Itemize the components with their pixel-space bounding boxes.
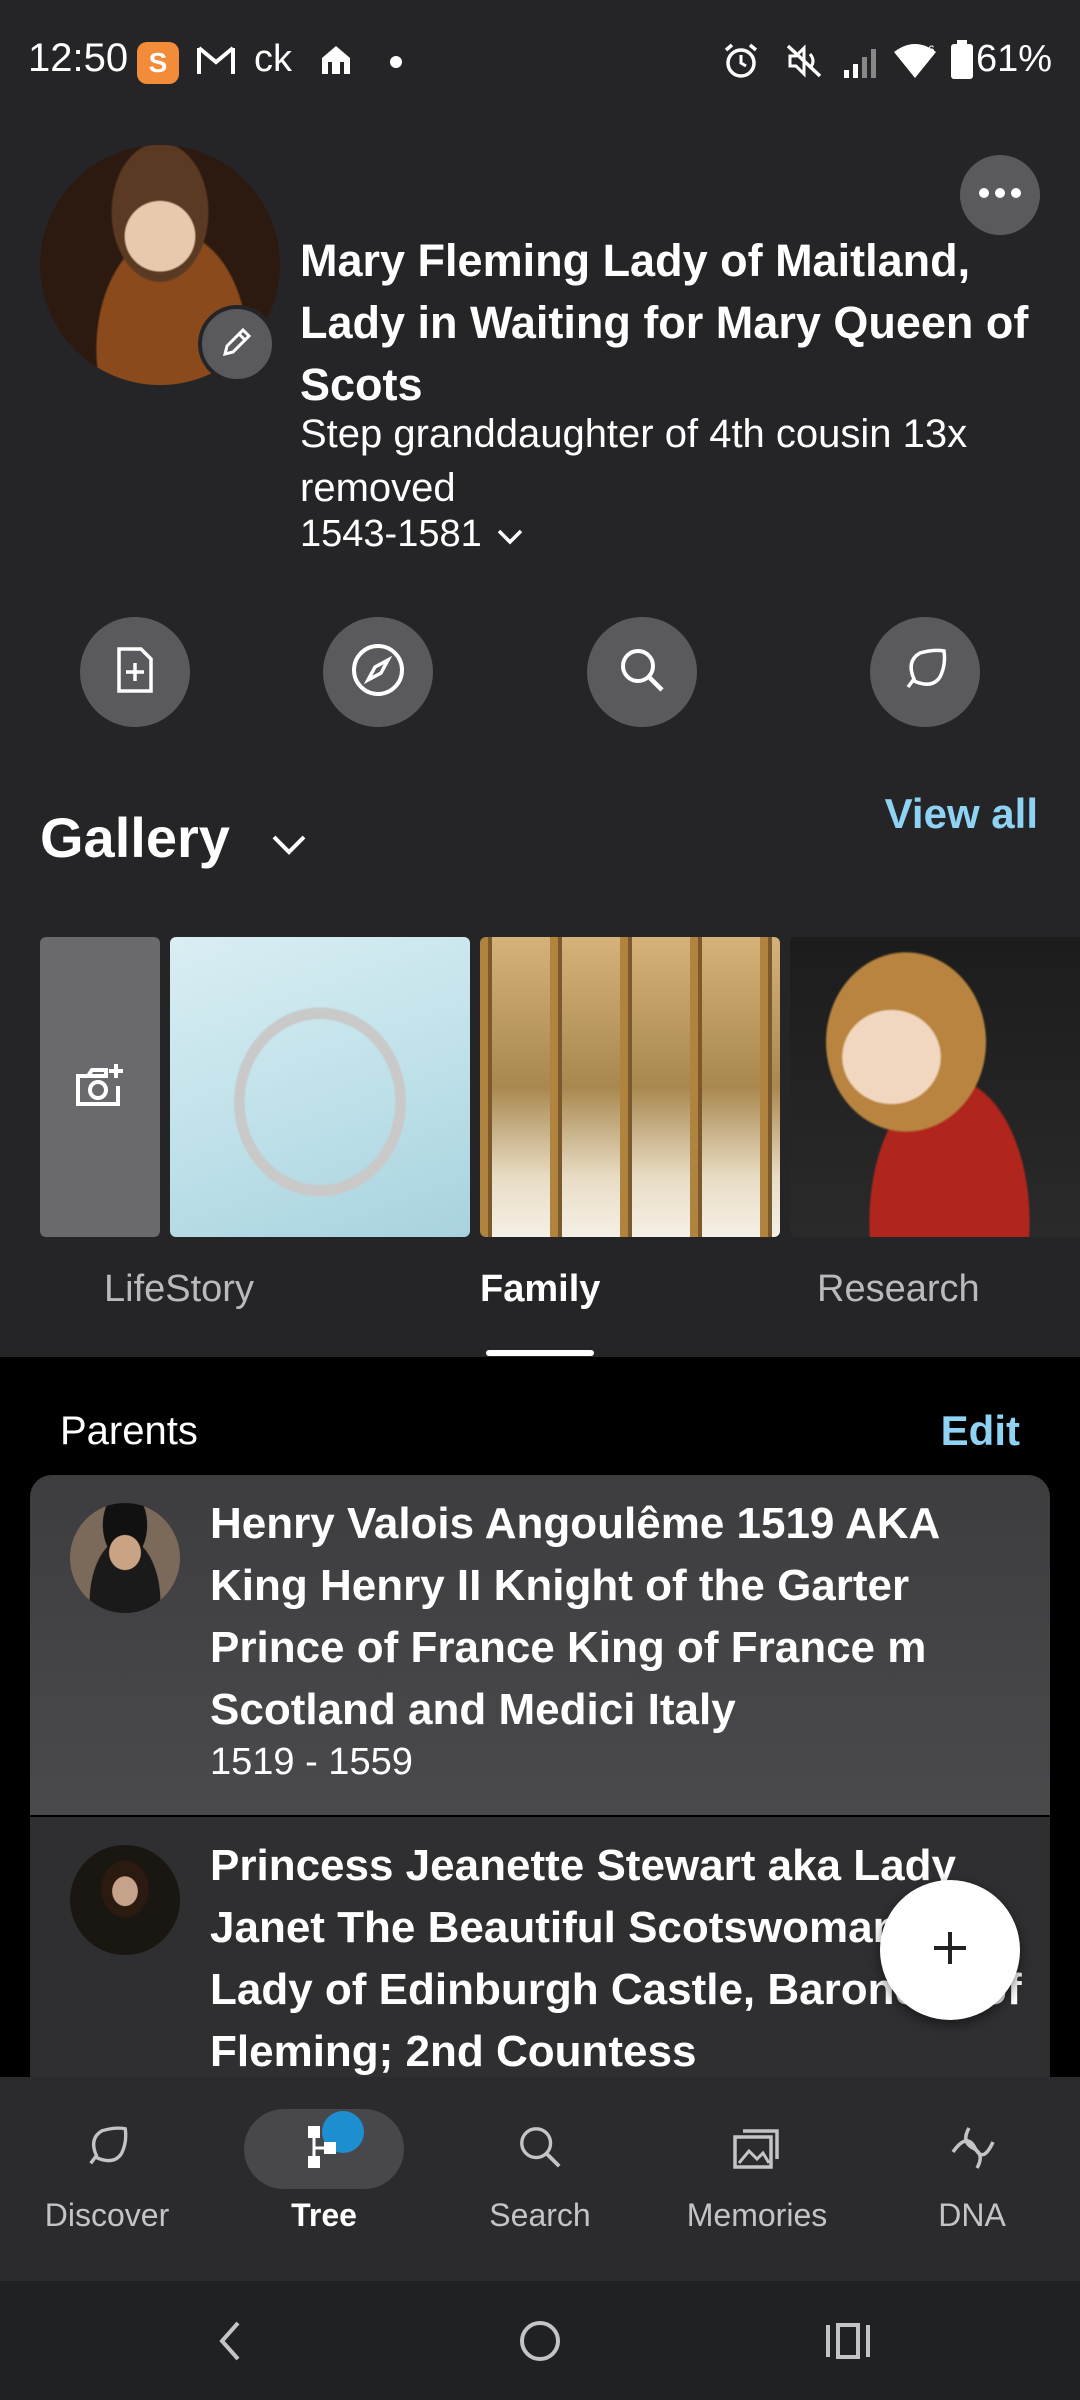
battery-percent: 61% <box>975 38 1052 80</box>
discover-icon <box>83 2123 131 2176</box>
gallery-photo-bed[interactable] <box>480 937 780 1237</box>
nav-label: Discover <box>44 2197 170 2233</box>
more-dots-icon <box>978 186 1022 204</box>
person-dates-toggle[interactable]: 1543-1581 <box>300 513 524 556</box>
wifi-icon: 6 <box>892 42 938 85</box>
tab-family[interactable]: Family <box>480 1268 600 1311</box>
add-family-member-button[interactable] <box>880 1880 1020 2020</box>
nav-discover[interactable]: Discover <box>7 2117 207 2234</box>
nav-memories[interactable]: Memories <box>657 2117 857 2234</box>
nav-label: Search <box>489 2197 591 2233</box>
plus-icon <box>930 1928 970 1973</box>
edit-parents-link[interactable]: Edit <box>941 1407 1020 1455</box>
parents-label: Parents <box>60 1409 198 1453</box>
tree-icon <box>304 2122 344 2177</box>
add-document-icon <box>113 645 157 700</box>
person-dates: 1543-1581 <box>300 513 482 555</box>
parent-name: Henry Valois Angoulême 1519 AKA King Hen… <box>210 1499 939 1734</box>
more-options-button[interactable] <box>960 155 1040 235</box>
gallery-photo-portrait[interactable] <box>790 937 1080 1237</box>
add-photo-button[interactable] <box>40 937 160 1237</box>
active-tab-indicator <box>486 1350 594 1356</box>
bottom-navigation: Discover Tree Search Memories DNA <box>0 2077 1080 2281</box>
add-record-button[interactable] <box>80 617 190 727</box>
system-navigation-bar <box>0 2281 1080 2400</box>
explore-button[interactable] <box>323 617 433 727</box>
alarm-icon <box>722 42 760 85</box>
back-icon[interactable] <box>210 2317 250 2370</box>
search-icon <box>617 645 667 700</box>
memories-icon <box>731 2123 783 2176</box>
pencil-icon <box>217 322 257 367</box>
status-app-text: ck <box>254 38 292 80</box>
view-all-link[interactable]: View all <box>885 790 1038 838</box>
mute-icon <box>784 42 824 85</box>
gallery-title: Gallery <box>40 806 230 869</box>
tab-research[interactable]: Research <box>817 1268 980 1311</box>
parent-card[interactable]: Henry Valois Angoulême 1519 AKA King Hen… <box>30 1475 1050 1815</box>
recents-icon[interactable] <box>824 2317 872 2370</box>
hints-button[interactable] <box>870 617 980 727</box>
dna-icon <box>947 2122 997 2177</box>
nav-search[interactable]: Search <box>440 2117 640 2234</box>
signal-icon <box>842 44 882 85</box>
app-notification-icon <box>318 42 354 83</box>
dot-icon <box>390 56 402 68</box>
nav-tree[interactable]: Tree <box>224 2117 424 2234</box>
status-time: 12:50 <box>28 36 129 80</box>
compass-icon <box>350 642 406 703</box>
home-icon[interactable] <box>516 2317 564 2370</box>
chevron-down-icon <box>270 805 308 870</box>
nav-label: Memories <box>686 2197 828 2233</box>
svg-text:6: 6 <box>928 43 935 57</box>
person-name: Mary Fleming Lady of Maitland, Lady in W… <box>300 235 1029 410</box>
tab-lifestory[interactable]: LifeStory <box>104 1268 254 1311</box>
parent-avatar <box>70 1503 180 1613</box>
nav-dna[interactable]: DNA <box>872 2117 1072 2234</box>
chevron-down-icon <box>496 513 524 556</box>
nav-label: DNA <box>938 2197 1006 2233</box>
search-icon <box>516 2123 564 2176</box>
app-badge-icon: S <box>137 42 179 84</box>
battery-icon <box>950 40 974 85</box>
gallery-toggle[interactable]: Gallery <box>40 805 308 870</box>
leaf-icon <box>900 645 950 700</box>
nav-label: Tree <box>291 2197 357 2233</box>
parent-avatar <box>70 1845 180 1955</box>
search-records-button[interactable] <box>587 617 697 727</box>
person-relation: Step granddaughter of 4th cousin 13x rem… <box>300 412 968 510</box>
add-photo-camera-icon <box>74 1062 126 1113</box>
edit-photo-button[interactable] <box>198 305 276 383</box>
status-bar: 12:50 S ck 6 61% <box>0 0 1080 120</box>
parent-dates: 1519 - 1559 <box>210 1741 413 1783</box>
gmail-icon <box>196 44 236 81</box>
profile-header: Mary Fleming Lady of Maitland, Lady in W… <box>0 120 1080 790</box>
gallery-photo-tiara[interactable] <box>170 937 470 1237</box>
